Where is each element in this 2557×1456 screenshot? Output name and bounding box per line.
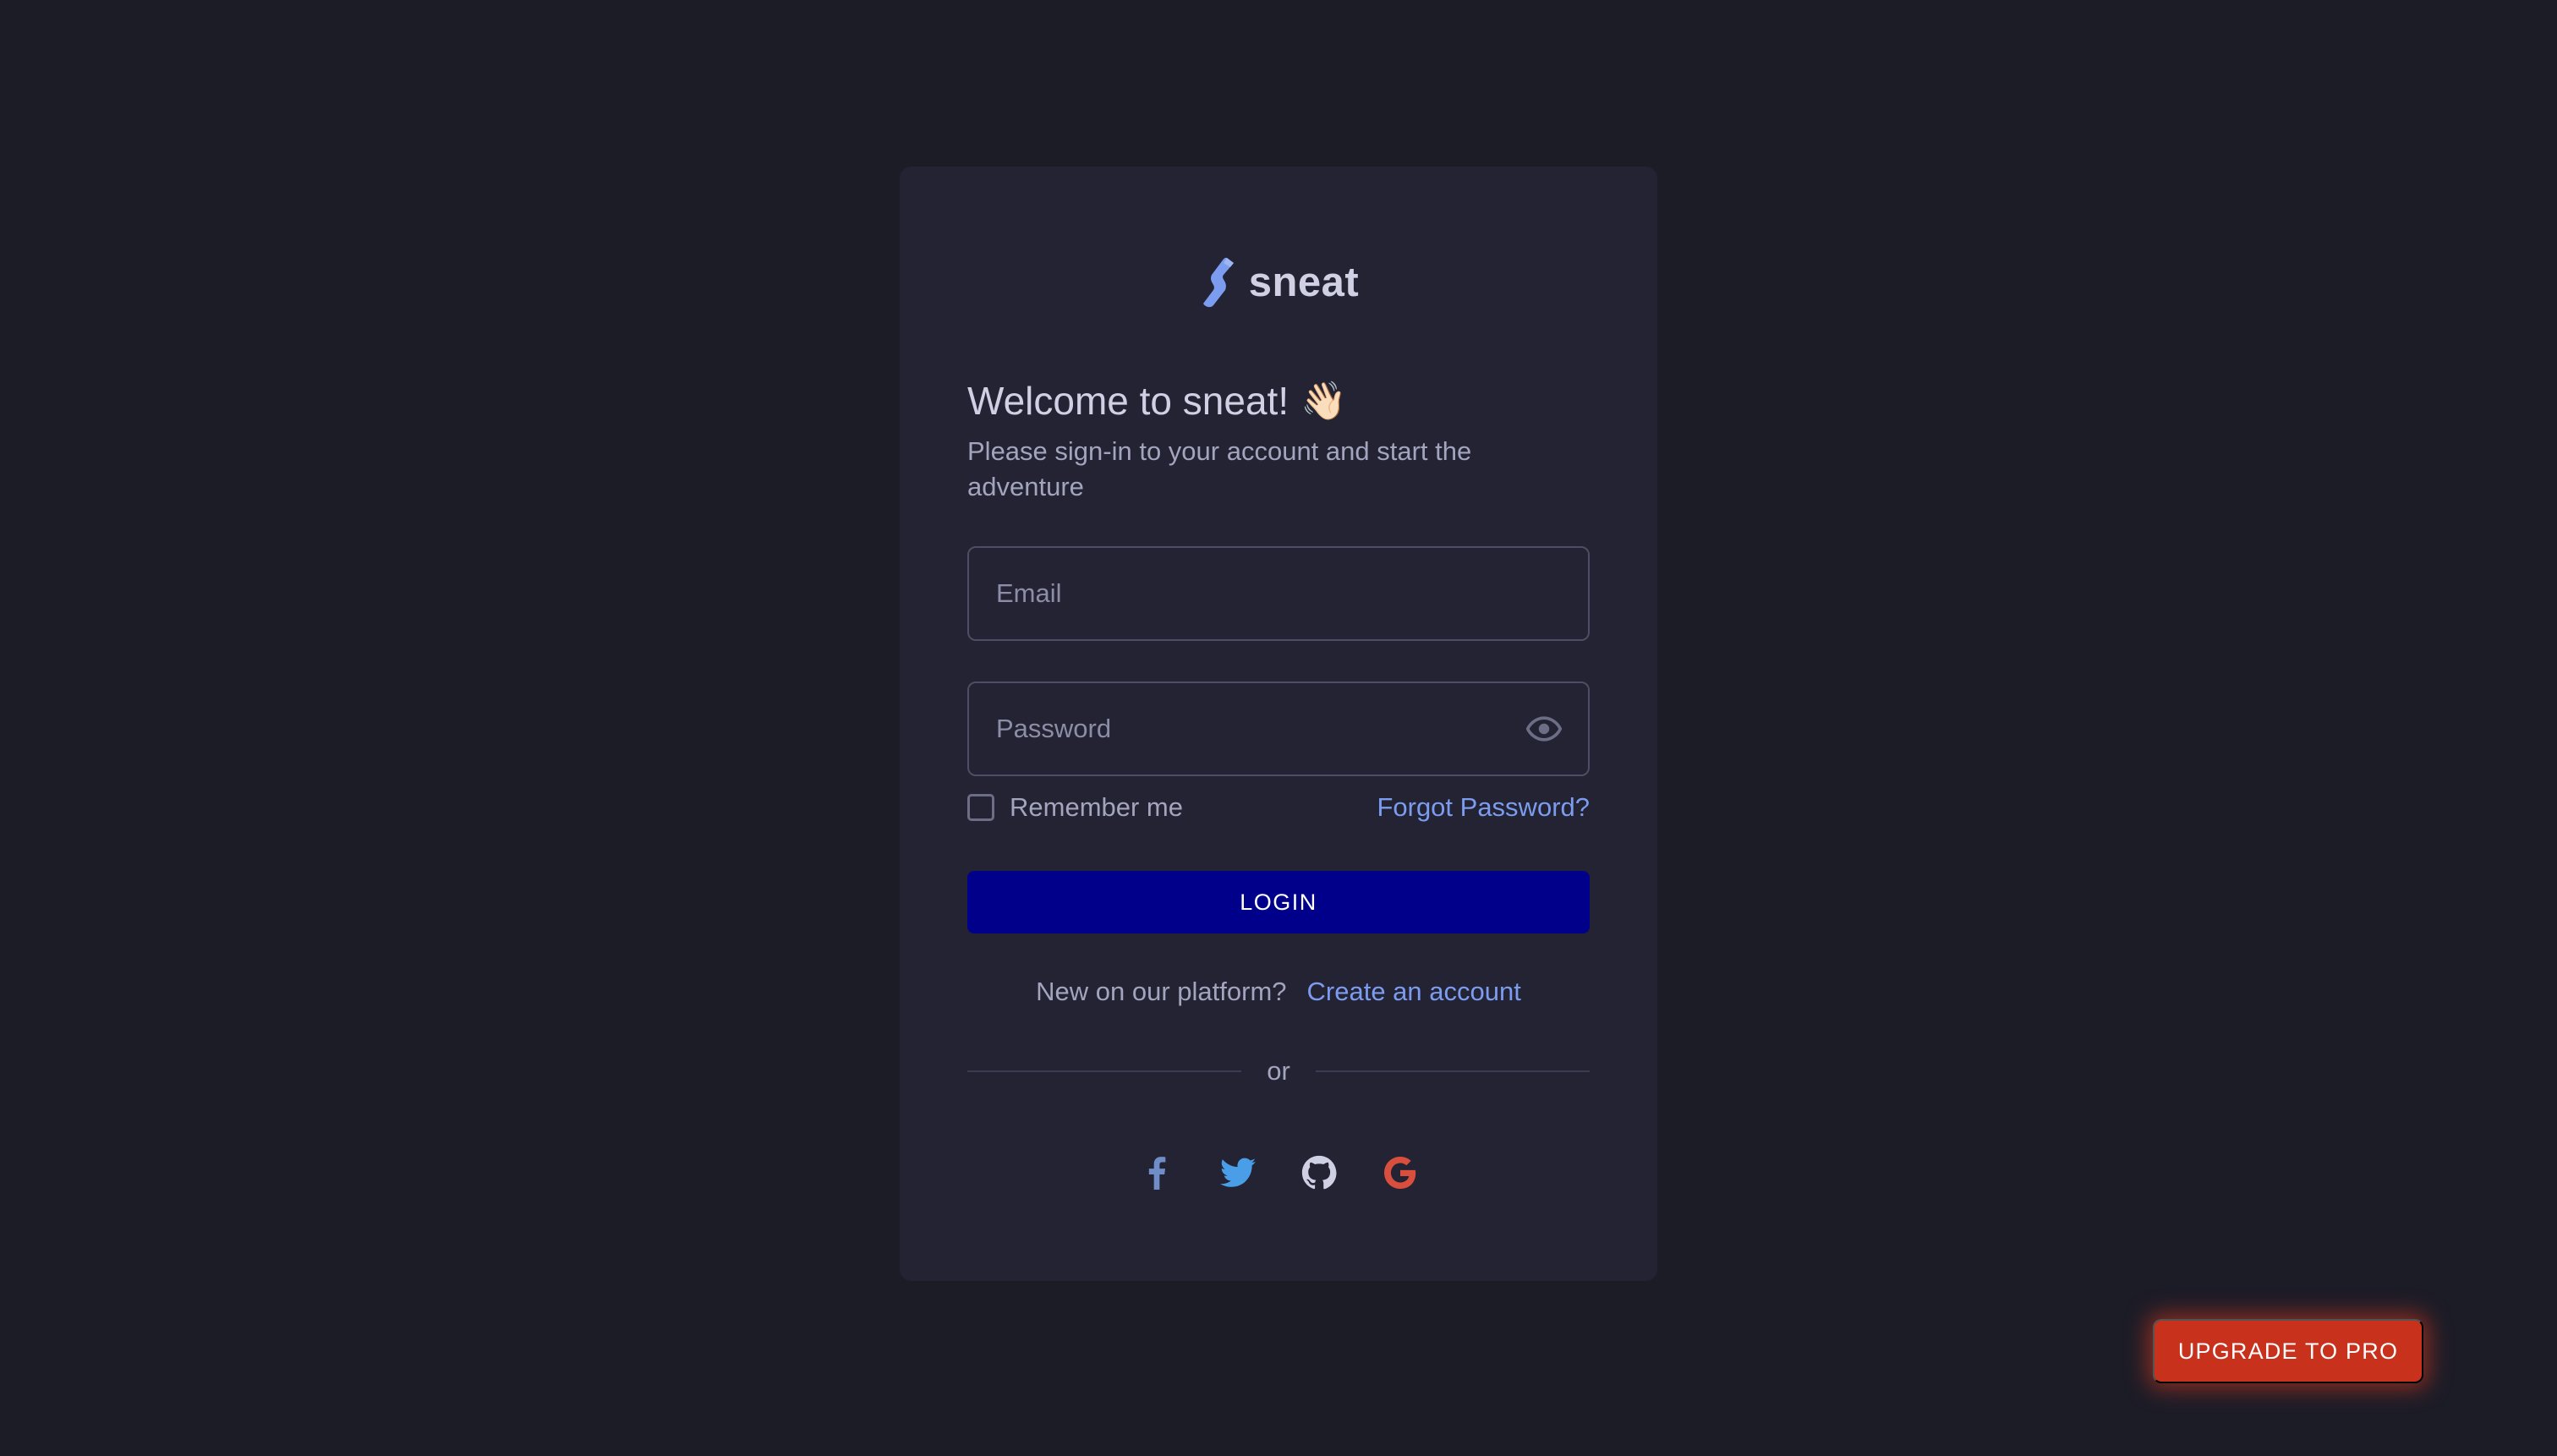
signup-text: New on our platform? (1036, 977, 1287, 1006)
login-button[interactable]: LOGIN (967, 871, 1590, 933)
show-password-eye-icon[interactable] (1525, 710, 1563, 747)
welcome-title: Welcome to sneat! (967, 379, 1289, 423)
email-field[interactable] (967, 546, 1590, 641)
remember-me[interactable]: Remember me (967, 792, 1183, 823)
divider-text: or (1267, 1056, 1290, 1086)
password-field[interactable] (967, 681, 1590, 776)
upgrade-to-pro-button[interactable]: UPGRADE TO PRO (2153, 1319, 2423, 1383)
brand[interactable]: sneat (900, 256, 1657, 309)
google-icon[interactable] (1382, 1154, 1419, 1191)
welcome-subtitle: Please sign-in to your account and start… (967, 436, 1472, 501)
create-account-link[interactable]: Create an account (1307, 977, 1521, 1007)
email-input[interactable] (994, 577, 1563, 610)
divider-line-right (1315, 1070, 1591, 1072)
password-input[interactable] (994, 713, 1525, 745)
remember-row: Remember me Forgot Password? (967, 792, 1590, 823)
github-icon[interactable] (1300, 1154, 1338, 1191)
twitter-icon[interactable] (1219, 1154, 1257, 1191)
facebook-icon[interactable] (1138, 1154, 1175, 1191)
welcome-heading: Welcome to sneat! 👋🏻 (967, 378, 1347, 424)
forgot-password-link[interactable]: Forgot Password? (1377, 792, 1590, 823)
signup-row: New on our platform? Create an account (900, 977, 1657, 1007)
login-page: sneat Welcome to sneat! 👋🏻 Please sign-i… (0, 0, 2557, 1456)
divider-line-left (967, 1070, 1242, 1072)
sneat-logo-icon (1202, 257, 1234, 308)
or-divider: or (967, 1056, 1591, 1087)
login-card: sneat Welcome to sneat! 👋🏻 Please sign-i… (900, 167, 1657, 1281)
social-login-row (900, 1154, 1657, 1191)
brand-name: sneat (1248, 260, 1360, 305)
remember-label[interactable]: Remember me (1010, 792, 1183, 823)
waving-hand-icon: 👋🏻 (1300, 380, 1347, 422)
remember-checkbox[interactable] (967, 794, 994, 821)
